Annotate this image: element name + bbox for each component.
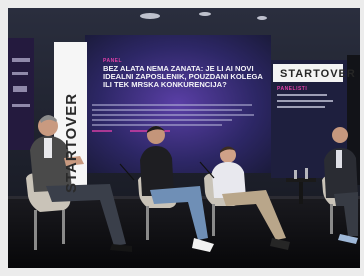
conference-panel-photo: STARTOVER STARTOVER PANEL PANELISTI BEZ …: [0, 0, 364, 276]
stage-scene: [0, 0, 364, 276]
right-screen-panel-label: PANELISTI: [277, 86, 308, 92]
left-side-screen: [8, 38, 34, 150]
right-screen-brand-text: STARTOVER: [280, 68, 356, 80]
headline-line-3: ILI TEK MRSKA KONKURENCIJA?: [103, 80, 227, 89]
banner-brand-text: STARTOVER: [63, 92, 80, 193]
